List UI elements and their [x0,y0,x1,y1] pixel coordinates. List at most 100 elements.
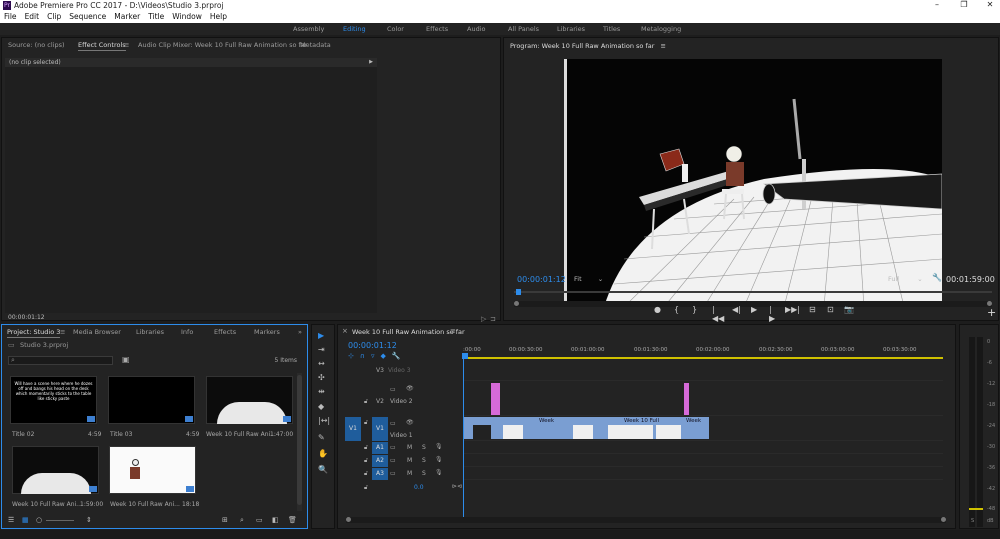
lock-icon[interactable]: 🔓︎ [364,419,368,427]
find-icon[interactable]: ⌕ [240,516,244,525]
track-target-v1[interactable]: V1 [372,417,388,441]
icon-view-icon[interactable]: ▦ [22,516,29,524]
export-frame-button[interactable]: 📷 [844,305,854,314]
tab-metadata[interactable]: Metadata [300,41,331,49]
tab-libraries[interactable]: Libraries [136,328,164,336]
workspace-titles[interactable]: Titles [603,25,620,33]
workspace-color[interactable]: Color [387,25,404,33]
export-frame-icon[interactable]: ▷ [481,315,486,323]
master-volume-value[interactable]: 0.0 [414,484,424,491]
menu-window[interactable]: Window [168,11,206,23]
lock-icon[interactable]: 🔓︎ [364,444,368,452]
program-scrubber[interactable] [514,288,992,298]
lift-button[interactable]: ⊟ [809,305,816,314]
workspace-metalogging[interactable]: Metalogging [641,25,681,33]
program-timecode[interactable]: 00:00:01:12 [517,275,566,284]
mic-icon[interactable]: 🎙︎ [435,456,443,463]
tab-markers[interactable]: Markers [254,328,280,336]
track-lane-a2[interactable] [463,455,943,467]
project-item-thumbnail[interactable] [109,446,196,494]
lock-icon[interactable]: 🔓︎ [364,484,368,492]
close-button[interactable]: ✕ [983,0,997,9]
zoom-knob-left[interactable] [514,301,519,306]
project-item-thumbnail[interactable] [108,376,195,424]
razor-tool-icon[interactable]: ◆ [318,402,324,411]
sequence-tab[interactable]: Week 10 Full Raw Animation so far [352,328,465,336]
go-to-out-button[interactable]: ▶▶| [785,305,800,314]
sequence-menu-icon[interactable]: ≡ [450,327,456,335]
sync-lock-icon[interactable]: ▭ [390,420,396,427]
project-item-label[interactable]: Title 02 [12,431,34,438]
minimize-button[interactable]: – [930,0,944,9]
solo-button[interactable]: S [422,444,426,451]
playback-resolution-select[interactable]: Full ⌄ [888,275,928,285]
step-back-button[interactable]: ◀| [732,305,741,314]
new-bin-icon[interactable]: ▭ [256,516,263,524]
tab-effect-controls[interactable]: Effect Controls [78,41,126,51]
lock-icon[interactable]: 🔓︎ [364,398,368,406]
workspace-libraries[interactable]: Libraries [557,25,585,33]
project-search-input[interactable]: ⌕ [8,356,113,365]
clip-icon[interactable]: ⊐ [490,315,496,323]
time-ruler[interactable]: :00:00 00:00:30:00 00:01:00:00 00:01:30:… [462,343,943,363]
sort-icon[interactable]: ⇕ [86,516,92,524]
project-item-label[interactable]: Week 10 Full Raw Ani... [12,501,82,508]
workspace-editing[interactable]: Editing [343,25,366,33]
more-panels-icon[interactable]: » [298,328,302,336]
new-item-icon[interactable]: ◧ [272,516,279,524]
timeline-horizontal-scrollbar[interactable] [346,517,946,523]
track-lane-v1[interactable]: Week Week 10 Full Week [463,417,943,441]
list-view-icon[interactable]: ☰ [8,516,14,524]
menu-help[interactable]: Help [206,11,231,23]
menu-title[interactable]: Title [144,11,168,23]
workspace-effects[interactable]: Effects [426,25,448,33]
track-lane-a3[interactable] [463,468,943,480]
trash-icon[interactable]: 🗑 [288,516,297,524]
step-forward-button[interactable]: |▶ [769,305,775,323]
mark-in-button[interactable]: { [674,305,679,314]
extract-button[interactable]: ⊡ [827,305,834,314]
track-target-a1[interactable]: A1 [372,442,388,454]
tab-menu-icon[interactable]: ≡ [124,41,129,49]
tab-media-browser[interactable]: Media Browser [73,328,121,336]
track-target-a3[interactable]: A3 [372,468,388,480]
tab-effects[interactable]: Effects [214,328,236,336]
hand-tool-icon[interactable]: ✋ [318,449,328,458]
go-to-end-icon[interactable]: ⊳⊲ [452,483,462,490]
thumbnail-size-slider[interactable] [46,520,74,521]
sync-lock-icon[interactable]: ▭ [390,470,396,477]
pen-tool-icon[interactable]: ✎ [318,433,325,442]
mark-out-button[interactable]: } [692,305,697,314]
rate-stretch-tool-icon[interactable]: ⇹ [318,387,325,396]
program-menu-icon[interactable]: ≡ [660,42,665,50]
menu-edit[interactable]: Edit [21,11,44,23]
playhead-marker[interactable] [516,289,521,295]
menu-sequence[interactable]: Sequence [65,11,110,23]
project-scrollbar[interactable] [297,373,302,511]
menu-marker[interactable]: Marker [110,11,144,23]
sync-lock-icon[interactable]: ▭ [390,457,396,464]
sequence-timecode[interactable]: 00:00:01:12 [348,341,397,350]
tab-info[interactable]: Info [181,328,193,336]
tab-source[interactable]: Source: (no clips) [8,41,65,49]
track-lane-a1[interactable] [463,442,943,454]
selection-tool-icon[interactable]: ▶ [318,331,324,340]
add-marker-button[interactable]: ● [654,305,661,314]
automate-to-sequence-icon[interactable]: ⊞ [222,516,228,524]
track-lane-v3[interactable] [463,363,943,381]
project-item-thumbnail[interactable] [206,376,293,424]
project-item-label[interactable]: Title 03 [110,431,132,438]
zoom-level-select[interactable]: Fit ⌄ [574,275,609,285]
mute-button[interactable]: M [407,470,412,477]
track-lane-v2[interactable] [463,381,943,416]
scrollbar-thumb[interactable] [297,375,302,505]
tab-audio-clip-mixer[interactable]: Audio Clip Mixer: Week 10 Full Raw Anima… [138,41,307,49]
scroll-knob-left[interactable] [346,517,351,522]
play-button[interactable]: ▶ [751,305,757,314]
menu-clip[interactable]: Clip [43,11,65,23]
solo-button[interactable]: S [422,457,426,464]
lock-icon[interactable]: 🔓︎ [364,457,368,465]
project-item-thumbnail[interactable]: Will have a scene here where he dozes of… [10,376,97,424]
go-to-in-button[interactable]: |◀◀ [712,305,724,323]
mic-icon[interactable]: 🎙︎ [435,443,443,450]
